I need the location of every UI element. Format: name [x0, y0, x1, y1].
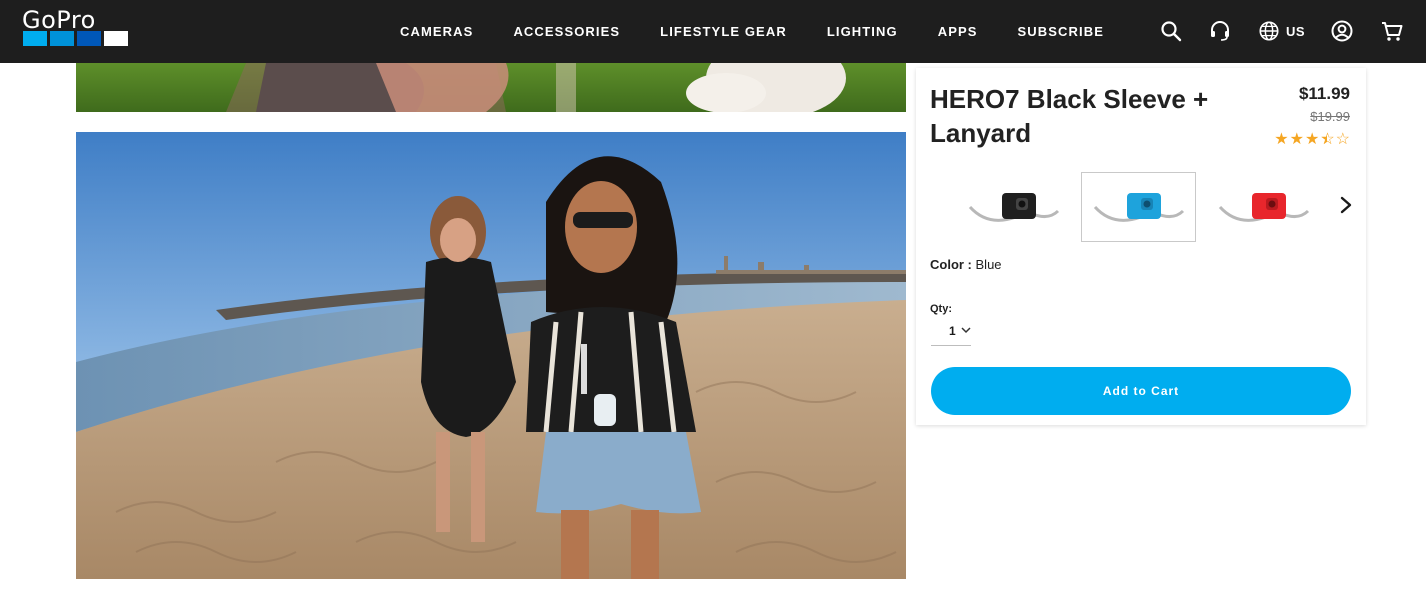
- color-row: Color : Blue: [930, 257, 1002, 272]
- account-icon[interactable]: [1330, 19, 1354, 43]
- red-sleeve-image: [1218, 193, 1309, 222]
- globe-icon: [1259, 21, 1279, 41]
- rating-stars[interactable]: ★ ★ ★ ☆ ★ ☆: [1274, 132, 1350, 148]
- nav-item-lifestyle-gear[interactable]: LIFESTYLE GEAR: [640, 24, 807, 39]
- nav-item-lighting[interactable]: LIGHTING: [807, 24, 918, 39]
- search-icon[interactable]: [1159, 19, 1183, 43]
- logo-blocks: [23, 31, 128, 46]
- main-nav: CAMERAS ACCESSORIES LIFESTYLE GEAR LIGHT…: [390, 0, 1124, 63]
- product-title: HERO7 Black Sleeve + Lanyard: [930, 84, 1209, 148]
- color-value: Blue: [975, 257, 1002, 272]
- logo-wordmark: GoPro: [22, 6, 96, 34]
- site-header: GoPro CAMERAS ACCESSORIES LIFESTYLE GEAR…: [0, 0, 1426, 63]
- star-empty-icon: ☆: [1335, 131, 1350, 148]
- star-full-icon: ★: [1289, 131, 1304, 148]
- color-label: Color :: [930, 257, 972, 272]
- original-price: $19.99: [1310, 109, 1350, 124]
- cart-icon[interactable]: [1380, 19, 1404, 43]
- nav-item-cameras[interactable]: CAMERAS: [390, 24, 493, 39]
- nav-item-accessories[interactable]: ACCESSORIES: [493, 24, 640, 39]
- chevron-right-icon[interactable]: [1336, 194, 1356, 216]
- qty-value: 1: [949, 324, 956, 338]
- variant-thumb-red[interactable]: [1206, 172, 1321, 242]
- logo-block: [50, 31, 74, 46]
- variant-thumbnails: [956, 172, 1321, 242]
- product-info-card: HERO7 Black Sleeve + Lanyard $11.99 $19.…: [916, 68, 1366, 425]
- black-sleeve-image: [968, 193, 1059, 222]
- support-headset-icon[interactable]: [1208, 19, 1232, 43]
- gopro-logo[interactable]: GoPro: [22, 6, 134, 48]
- region-label: US: [1286, 23, 1306, 39]
- chevron-down-icon: [961, 327, 971, 334]
- logo-block: [23, 31, 47, 46]
- product-image-lifestyle-dog[interactable]: [76, 63, 906, 112]
- grass-photo: [76, 63, 906, 112]
- sale-price: $11.99: [1298, 84, 1350, 103]
- star-half-icon: ☆ ★: [1320, 131, 1335, 148]
- variant-thumb-blue[interactable]: [1081, 172, 1196, 242]
- logo-block: [77, 31, 101, 46]
- star-full-icon: ★: [1274, 131, 1289, 148]
- product-image-beach[interactable]: [76, 132, 906, 579]
- nav-item-apps[interactable]: APPS: [918, 24, 998, 39]
- star-full-icon: ★: [1304, 131, 1320, 148]
- nav-item-subscribe[interactable]: SUBSCRIBE: [998, 24, 1124, 39]
- add-to-cart-button[interactable]: Add to Cart: [931, 367, 1351, 415]
- qty-label: Qty:: [930, 303, 952, 315]
- beach-photo: [76, 132, 906, 579]
- variant-thumb-black[interactable]: [956, 172, 1071, 242]
- region-selector[interactable]: US: [1258, 19, 1305, 43]
- blue-sleeve-image: [1093, 193, 1184, 222]
- qty-dropdown[interactable]: 1: [931, 320, 971, 346]
- logo-block: [104, 31, 128, 46]
